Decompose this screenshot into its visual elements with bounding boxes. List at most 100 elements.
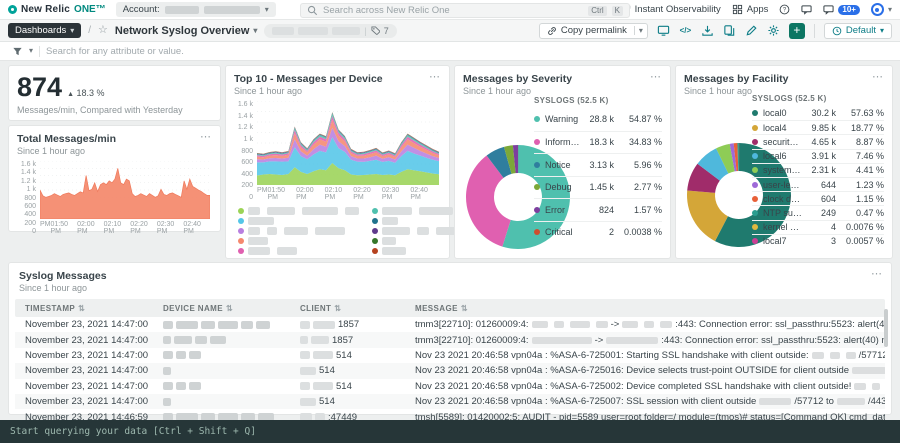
table-row[interactable]: November 23, 2021 14:47:00514Nov 23 2021…	[15, 379, 885, 394]
x-tick: 01:50 PM	[51, 221, 78, 235]
legend-row[interactable]: local63.91 k7.46 %	[752, 149, 884, 163]
legend-item[interactable]	[238, 217, 362, 224]
cell-client: 514	[300, 365, 415, 376]
legend-row[interactable]: Warning28.8 k54.87 %	[534, 108, 662, 131]
query-footer-bar[interactable]: Start querying your data [Ctrl + Shift +…	[0, 420, 900, 443]
settings-gear-icon[interactable]	[767, 24, 780, 37]
account-selector[interactable]: Account: ▾	[116, 2, 276, 17]
legend-row[interactable]: local49.85 k18.77 %	[752, 120, 884, 134]
legend-item[interactable]	[238, 247, 362, 254]
y-tick: 600	[24, 203, 36, 210]
legend-row[interactable]: Error8241.57 %	[534, 198, 662, 221]
dashboard-meta-pill[interactable]: | 7	[264, 24, 396, 38]
legend-row[interactable]: Critical20.0038 %	[534, 221, 662, 244]
widget-menu-button[interactable]: ⋯	[200, 130, 212, 143]
legend-dot	[238, 208, 244, 214]
legend-dot	[752, 182, 758, 188]
column-header-client[interactable]: CLIENT⇅	[300, 304, 415, 313]
legend-dot	[752, 139, 758, 145]
widget-subtitle: Since 1 hour ago	[17, 146, 212, 156]
table-row[interactable]: November 23, 2021 14:47:00514Nov 23 2021…	[15, 363, 885, 378]
table-scrollbar[interactable]	[884, 309, 888, 347]
widget-menu-button[interactable]: ⋯	[429, 70, 441, 83]
column-header-message[interactable]: MESSAGE⇅	[415, 304, 885, 313]
legend-value: 2	[580, 227, 614, 237]
instant-observability-link[interactable]: Instant Observability	[620, 4, 721, 15]
redacted-block	[311, 336, 329, 344]
legend-row[interactable]: local730.0057 %	[752, 234, 884, 248]
add-widget-button[interactable]: +	[789, 23, 805, 39]
legend-row[interactable]: user-level ...6441.23 %	[752, 177, 884, 191]
filter-funnel-icon[interactable]	[12, 46, 23, 57]
widget-menu-button[interactable]: ⋯	[872, 70, 884, 83]
search-icon	[307, 5, 318, 16]
legend-item[interactable]	[238, 207, 362, 214]
x-tick: 02:20 PM	[130, 221, 157, 235]
new-relic-logo[interactable]: New Relic ONE™	[8, 4, 106, 15]
redacted-block	[554, 321, 564, 328]
time-picker-button[interactable]: Default ▾	[824, 23, 892, 39]
favorite-star-icon[interactable]: ☆	[98, 25, 108, 36]
legend-dot	[752, 153, 758, 159]
legend-value: 30.2 k	[802, 108, 836, 118]
table-row[interactable]: November 23, 2021 14:47:00514Nov 23 2021…	[15, 394, 885, 409]
widget-menu-button[interactable]: ⋯	[871, 267, 883, 280]
legend-item[interactable]	[238, 237, 362, 244]
notifications-button[interactable]: 10+	[823, 4, 860, 15]
legend-percent: 8.87 %	[836, 137, 884, 147]
redacted-block	[218, 321, 238, 329]
copy-permalink-label: Copy permalink	[561, 25, 627, 36]
legend-row[interactable]: Notice3.13 k5.96 %	[534, 153, 662, 176]
tv-mode-icon[interactable]	[657, 24, 670, 37]
global-search[interactable]: Ctrl K	[300, 3, 630, 18]
user-menu[interactable]: ▾	[871, 3, 892, 16]
total-messages-area-chart[interactable]	[40, 161, 210, 219]
chevron-down-icon: ▾	[253, 27, 257, 35]
top-devices-legend	[234, 207, 441, 254]
redacted-block	[300, 351, 310, 359]
redacted-block	[812, 352, 824, 359]
legend-row[interactable]: security/...4.65 k8.87 %	[752, 134, 884, 148]
edit-pencil-icon[interactable]	[745, 24, 758, 37]
copy-permalink-button[interactable]: Copy permalink ▾	[539, 23, 648, 39]
help-icon[interactable]: ?	[779, 4, 790, 15]
x-axis-ticks: PM01:50 PM02:00 PM02:10 PM02:20 PM02:30 …	[40, 221, 210, 235]
legend-row[interactable]: kernel mes...40.0076 %	[752, 220, 884, 234]
legend-dot	[238, 238, 244, 244]
widget-menu-button[interactable]: ⋯	[650, 70, 662, 83]
top-devices-stacked-chart[interactable]	[257, 101, 439, 185]
column-header-timestamp[interactable]: TIMESTAMP⇅	[15, 304, 163, 313]
table-row[interactable]: November 23, 2021 14:47:001857tmm3[22710…	[15, 332, 885, 347]
link-icon	[547, 26, 557, 36]
apps-link[interactable]: Apps	[732, 4, 769, 15]
column-header-device-name[interactable]: DEVICE NAME⇅	[163, 304, 300, 313]
y-tick: 1.2 k	[21, 178, 36, 185]
legend-row[interactable]: Debug1.45 k2.77 %	[534, 176, 662, 199]
redacted-block	[300, 321, 310, 329]
code-view-icon[interactable]: </>	[679, 24, 692, 37]
download-icon[interactable]	[701, 24, 714, 37]
legend-item[interactable]	[238, 227, 362, 234]
legend-dot	[752, 110, 758, 116]
dashboards-menu-button[interactable]: Dashboards ▾	[8, 23, 81, 38]
chevron-down-icon[interactable]: ▾	[29, 47, 33, 55]
legend-row[interactable]: Informat...18.3 k34.83 %	[534, 131, 662, 154]
redacted-block	[176, 382, 186, 390]
attribute-filter-input[interactable]	[46, 46, 888, 57]
legend-dot	[534, 184, 540, 190]
legend-row[interactable]: clock daem...6041.15 %	[752, 191, 884, 205]
dashboard-title[interactable]: Network Syslog Overview ▾	[115, 25, 258, 37]
legend-dot	[238, 248, 244, 254]
legend-row[interactable]: local030.2 k57.63 %	[752, 106, 884, 120]
x-tick: 02:30 PM	[157, 221, 184, 235]
table-row[interactable]: November 23, 2021 14:47:00514Nov 23 2021…	[15, 348, 885, 363]
global-search-input[interactable]	[323, 5, 583, 16]
legend-row[interactable]: system d...2.31 k4.41 %	[752, 163, 884, 177]
legend-value: 4	[802, 222, 836, 232]
feedback-icon[interactable]	[801, 4, 812, 15]
table-row[interactable]: November 23, 2021 14:47:001857tmm3[22710…	[15, 317, 885, 332]
duplicate-icon[interactable]	[723, 24, 736, 37]
legend-row[interactable]: NTP subsy...2490.47 %	[752, 205, 884, 219]
cell-client: 514	[300, 350, 415, 361]
legend-label-redacted	[382, 227, 410, 235]
